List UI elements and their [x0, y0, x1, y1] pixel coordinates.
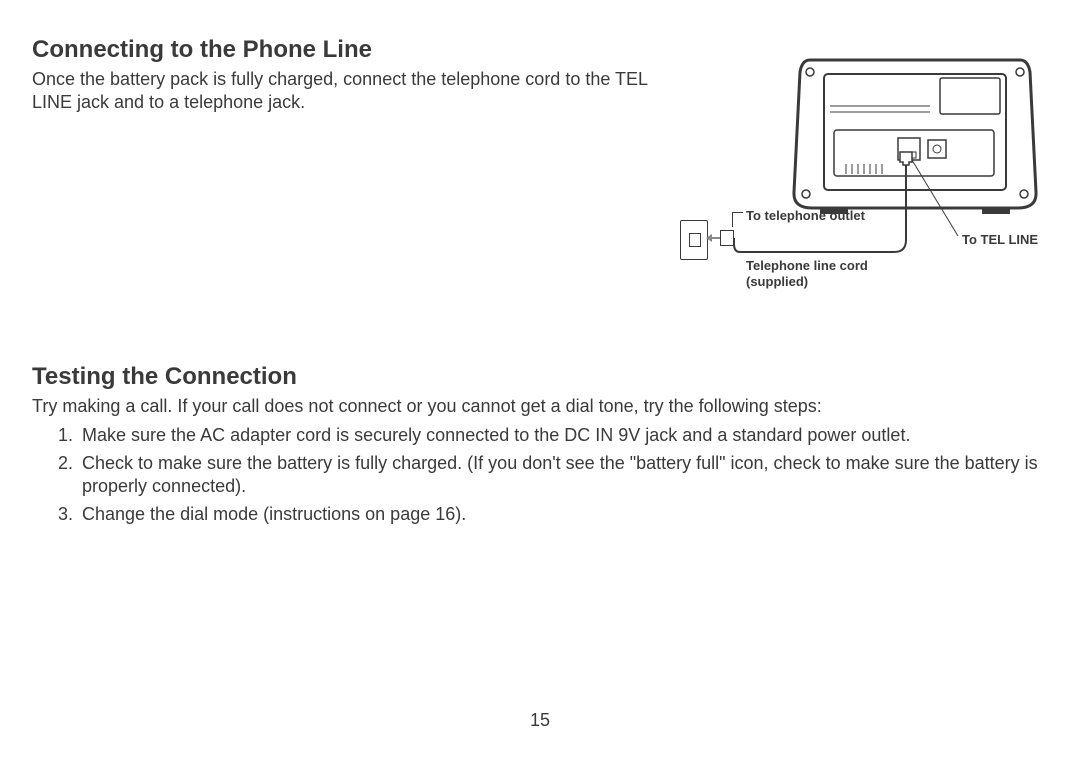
- figure-label-to-outlet: To telephone outlet: [746, 208, 865, 224]
- lead-line: [732, 212, 743, 227]
- section-testing-intro: Try making a call. If your call does not…: [32, 395, 1048, 418]
- section-testing-title: Testing the Connection: [32, 363, 1048, 391]
- testing-step: Check to make sure the battery is fully …: [78, 452, 1048, 497]
- wall-jack-icon: [689, 233, 701, 247]
- testing-step: Change the dial mode (instructions on pa…: [78, 503, 1048, 526]
- manual-page: Connecting to the Phone Line Once the ba…: [0, 0, 1080, 759]
- figure-label-cord: Telephone line cord (supplied): [746, 258, 926, 289]
- figure-label-to-telline: To TEL LINE: [962, 232, 1038, 248]
- phone-line-figure: To telephone outlet To TEL LINE Telephon…: [680, 52, 1040, 312]
- testing-step: Make sure the AC adapter cord is securel…: [78, 424, 1048, 447]
- section-testing: Testing the Connection Try making a call…: [32, 363, 1048, 526]
- rj-plug-icon: [720, 230, 734, 246]
- insert-arrow-icon: [708, 235, 720, 241]
- page-number: 15: [0, 710, 1080, 731]
- wall-outlet-illustration: [680, 220, 708, 260]
- section-connecting-intro: Once the battery pack is fully charged, …: [32, 68, 652, 113]
- testing-steps-list: Make sure the AC adapter cord is securel…: [52, 424, 1048, 526]
